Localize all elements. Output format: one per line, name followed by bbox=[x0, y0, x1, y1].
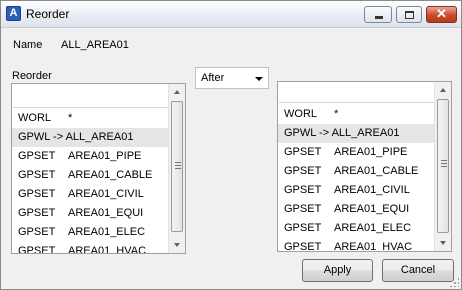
list-item-name: AREA01_ELEC bbox=[68, 226, 146, 238]
list-item[interactable]: GPWL -> ALL_AREA01 bbox=[12, 128, 169, 147]
list-item-type: GPSET bbox=[284, 146, 322, 158]
list-item-type: GPSET bbox=[284, 165, 322, 177]
minimize-icon bbox=[375, 16, 383, 19]
list-item[interactable]: GPSET AREA01_CIVIL bbox=[12, 185, 169, 204]
list-item-type: GPSET bbox=[18, 226, 56, 238]
list-item-type: GPSET bbox=[18, 169, 56, 181]
close-icon: ✕ bbox=[436, 6, 447, 21]
list-item-type: GPSET bbox=[284, 222, 322, 234]
list-item[interactable]: GPSET AREA01_HVAC bbox=[278, 238, 435, 252]
grip-icon bbox=[175, 162, 181, 169]
list-item-name: AREA01_HVAC bbox=[334, 241, 413, 252]
position-select-value: After bbox=[201, 72, 225, 84]
list-item[interactable]: GPWL -> ALL_AREA01 bbox=[278, 124, 435, 143]
list-item[interactable]: WORL * bbox=[12, 109, 169, 128]
list-item[interactable]: WORL * bbox=[278, 105, 435, 124]
list-item[interactable]: GPSET AREA01_PIPE bbox=[278, 143, 435, 162]
maximize-button[interactable] bbox=[396, 6, 422, 23]
list-item-name: AREA01_PIPE bbox=[68, 150, 142, 162]
name-value: ALL_AREA01 bbox=[61, 39, 129, 51]
list-item-type: GPSET bbox=[284, 241, 322, 252]
list-item[interactable]: GPSET AREA01_CABLE bbox=[12, 166, 169, 185]
reorder-label: Reorder bbox=[12, 70, 52, 82]
list-item-type: GPSET bbox=[18, 150, 56, 162]
list-item-name: AREA01_CIVIL bbox=[334, 184, 410, 196]
list-item-name: AREA01_ELEC bbox=[334, 222, 412, 234]
list-item-type: GPSET bbox=[18, 245, 56, 254]
list-item-type: GPWL -> ALL_AREA01 bbox=[18, 131, 134, 143]
list-item[interactable]: GPSET AREA01_CIVIL bbox=[278, 181, 435, 200]
list-item-name: AREA01_PIPE bbox=[334, 146, 408, 158]
apply-button[interactable]: Apply bbox=[302, 259, 373, 282]
position-select[interactable]: After bbox=[195, 67, 269, 89]
source-list[interactable]: WORL * GPWL -> ALL_AREA01 GPSET AREA01_PIPE G… bbox=[11, 83, 186, 254]
list-item[interactable]: GPSET AREA01_EQUI bbox=[12, 204, 169, 223]
list-item-name: AREA01_CIVIL bbox=[68, 188, 144, 200]
list-item-name: AREA01_EQUI bbox=[68, 207, 144, 219]
list-item-name: AREA01_CABLE bbox=[68, 169, 153, 181]
close-button[interactable]: ✕ bbox=[426, 6, 457, 23]
minimize-button[interactable] bbox=[364, 6, 392, 23]
list-item-name: * bbox=[334, 108, 339, 120]
list-item[interactable]: GPSET AREA01_ELEC bbox=[278, 219, 435, 238]
list-item-type: WORL bbox=[284, 108, 317, 120]
target-list-scrollbar[interactable] bbox=[434, 82, 451, 251]
name-label: Name bbox=[13, 39, 43, 51]
list-item-name: AREA01_HVAC bbox=[68, 245, 147, 254]
chevron-down-icon[interactable] bbox=[255, 77, 263, 81]
list-item[interactable]: GPSET AREA01_HVAC bbox=[12, 242, 169, 254]
source-list-filter-input[interactable] bbox=[13, 90, 169, 108]
list-item-type: GPSET bbox=[284, 203, 322, 215]
cancel-button[interactable]: Cancel bbox=[382, 259, 454, 282]
list-item-name: AREA01_EQUI bbox=[334, 203, 410, 215]
target-list-rows: WORL * GPWL -> ALL_AREA01 GPSET AREA01_PIPE G… bbox=[278, 105, 435, 252]
scroll-down-arrow-icon[interactable] bbox=[169, 237, 185, 253]
source-list-rows: WORL * GPWL -> ALL_AREA01 GPSET AREA01_PIPE G… bbox=[12, 109, 169, 254]
list-item-type: GPSET bbox=[18, 188, 56, 200]
list-item-type: GPSET bbox=[284, 184, 322, 196]
scrollbar-thumb[interactable] bbox=[171, 101, 183, 232]
list-item-type: WORL bbox=[18, 112, 51, 124]
window-title: Reorder bbox=[26, 7, 70, 21]
list-item[interactable]: GPSET AREA01_ELEC bbox=[12, 223, 169, 242]
target-list-filter-input[interactable] bbox=[279, 83, 435, 103]
app-icon: A bbox=[6, 6, 21, 21]
maximize-icon bbox=[405, 11, 414, 19]
scrollbar-thumb[interactable] bbox=[437, 99, 449, 233]
list-item[interactable]: GPSET AREA01_PIPE bbox=[12, 147, 169, 166]
list-item[interactable]: GPSET AREA01_EQUI bbox=[278, 200, 435, 219]
source-list-scrollbar[interactable] bbox=[168, 84, 185, 253]
target-list[interactable]: WORL * GPWL -> ALL_AREA01 GPSET AREA01_PIPE G… bbox=[277, 81, 452, 252]
scroll-down-arrow-icon[interactable] bbox=[435, 235, 451, 251]
grip-icon bbox=[441, 160, 447, 167]
scroll-up-arrow-icon[interactable] bbox=[169, 84, 185, 100]
title-bar[interactable]: A Reorder ✕ bbox=[1, 1, 461, 28]
list-item[interactable]: GPSET AREA01_CABLE bbox=[278, 162, 435, 181]
reorder-dialog: A Reorder ✕ Name ALL_AREA01 Reorder Afte… bbox=[0, 0, 462, 290]
list-item-type: GPSET bbox=[18, 207, 56, 219]
list-item-type: GPWL -> ALL_AREA01 bbox=[284, 127, 400, 139]
scroll-up-arrow-icon[interactable] bbox=[435, 82, 451, 98]
list-item-name: * bbox=[68, 112, 73, 124]
list-item-name: AREA01_CABLE bbox=[334, 165, 419, 177]
